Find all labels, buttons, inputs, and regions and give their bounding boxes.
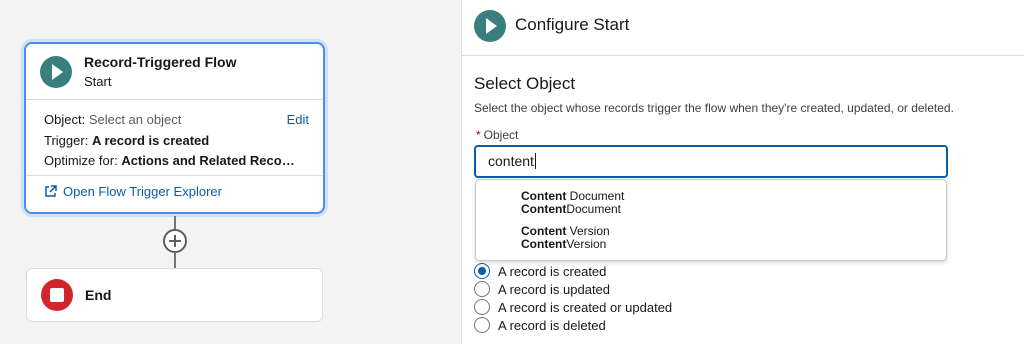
panel-header: Configure Start xyxy=(462,0,1024,56)
add-element-button[interactable] xyxy=(163,229,187,253)
radio-button[interactable] xyxy=(474,299,490,315)
radio-record-deleted[interactable]: A record is deleted xyxy=(474,317,606,333)
dropdown-option-content-version[interactable]: Content Version ContentVersion xyxy=(521,225,610,251)
start-element-title: Record-Triggered Flow xyxy=(84,54,237,70)
radio-record-created[interactable]: A record is created xyxy=(474,263,606,279)
open-flow-trigger-explorer-link[interactable]: Open Flow Trigger Explorer xyxy=(44,184,222,199)
object-row-label: Object: xyxy=(44,112,86,127)
optimize-row: Optimize for: Actions and Related Record… xyxy=(44,153,299,168)
radio-button-selected[interactable] xyxy=(474,263,490,279)
trigger-row-label: Trigger: xyxy=(44,133,89,148)
object-row-value: Select an object xyxy=(88,112,182,127)
section-description: Select the object whose records trigger … xyxy=(474,101,954,115)
radio-button[interactable] xyxy=(474,281,490,297)
object-field-label: * Object xyxy=(476,128,518,142)
object-search-input[interactable]: content xyxy=(474,145,948,178)
trigger-row-value: A record is created xyxy=(91,133,210,148)
object-row: Object: Select an object xyxy=(44,112,181,127)
stop-icon xyxy=(41,279,73,311)
end-element-card[interactable]: End xyxy=(26,268,323,322)
flow-canvas: Record-Triggered Flow Start Object: Sele… xyxy=(0,0,461,344)
option-api-match: Content xyxy=(521,202,567,216)
start-element-card[interactable]: Record-Triggered Flow Start Object: Sele… xyxy=(24,42,325,214)
option-api-rest: Document xyxy=(566,202,622,216)
panel-title: Configure Start xyxy=(515,15,630,34)
configure-start-panel: Configure Start Select Object Select the… xyxy=(461,0,1024,344)
connector-line xyxy=(174,216,176,230)
connector-line xyxy=(174,252,176,268)
start-element-details: Object: Select an object Edit Trigger: A… xyxy=(26,100,323,176)
object-search-value: content xyxy=(488,153,534,169)
end-element-label: End xyxy=(85,287,112,303)
optimize-row-value: Actions and Related Records xyxy=(121,153,300,168)
object-dropdown: Content Document ContentDocument Content… xyxy=(475,179,947,261)
radio-label: A record is deleted xyxy=(498,318,606,333)
option-api-rest: Version xyxy=(566,237,607,251)
radio-label: A record is updated xyxy=(498,282,611,297)
radio-record-updated[interactable]: A record is updated xyxy=(474,281,610,297)
option-label-match: Content xyxy=(521,224,567,238)
text-caret xyxy=(534,153,536,169)
trigger-row: Trigger: A record is created xyxy=(44,133,209,148)
external-link-icon xyxy=(45,185,57,197)
edit-link[interactable]: Edit xyxy=(287,112,309,127)
section-title: Select Object xyxy=(474,74,576,93)
option-label-rest: Version xyxy=(566,224,610,238)
radio-record-created-or-updated[interactable]: A record is created or updated xyxy=(474,299,672,315)
required-asterisk: * xyxy=(476,128,481,142)
play-icon xyxy=(474,10,506,42)
option-api-match: Content xyxy=(521,237,567,251)
object-field-label-text: Object xyxy=(483,128,519,142)
optimize-row-label: Optimize for: xyxy=(44,153,118,168)
start-element-header: Record-Triggered Flow Start xyxy=(26,44,323,100)
explorer-link-label: Open Flow Trigger Explorer xyxy=(63,184,222,199)
play-icon xyxy=(40,56,72,88)
radio-label: A record is created xyxy=(498,264,607,279)
option-label-match: Content xyxy=(521,189,567,203)
radio-button[interactable] xyxy=(474,317,490,333)
option-label-rest: Document xyxy=(566,189,625,203)
start-element-subtitle: Start xyxy=(84,74,112,89)
dropdown-option-content-document[interactable]: Content Document ContentDocument xyxy=(521,190,624,216)
radio-label: A record is created or updated xyxy=(498,300,673,315)
